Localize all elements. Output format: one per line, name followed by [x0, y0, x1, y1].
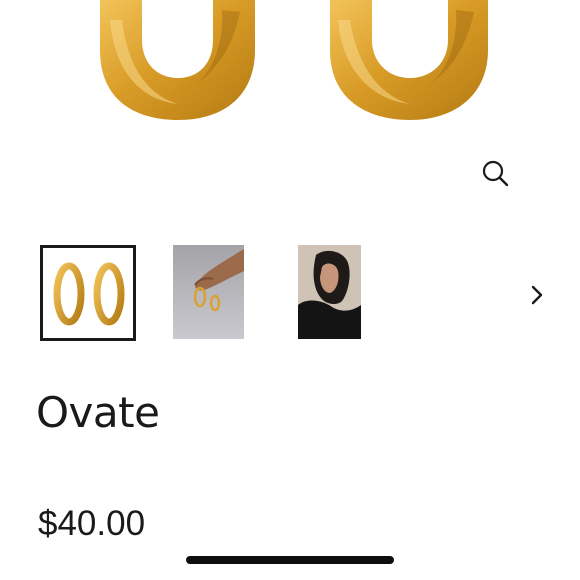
thumbnail-earrings-hand[interactable] — [173, 245, 244, 339]
product-hero-image — [0, 0, 580, 140]
thumbnail-earrings-pair[interactable] — [40, 245, 136, 341]
product-price: $40.00 — [38, 504, 146, 543]
thumbnail-model[interactable] — [298, 245, 361, 339]
thumbnail-gallery — [0, 240, 580, 344]
home-indicator[interactable] — [186, 556, 394, 564]
zoom-button[interactable] — [476, 154, 514, 192]
next-image-button[interactable] — [522, 280, 552, 310]
zoom-icon — [482, 160, 509, 187]
product-title: Ovate — [36, 388, 160, 437]
chevron-right-icon — [531, 285, 543, 305]
